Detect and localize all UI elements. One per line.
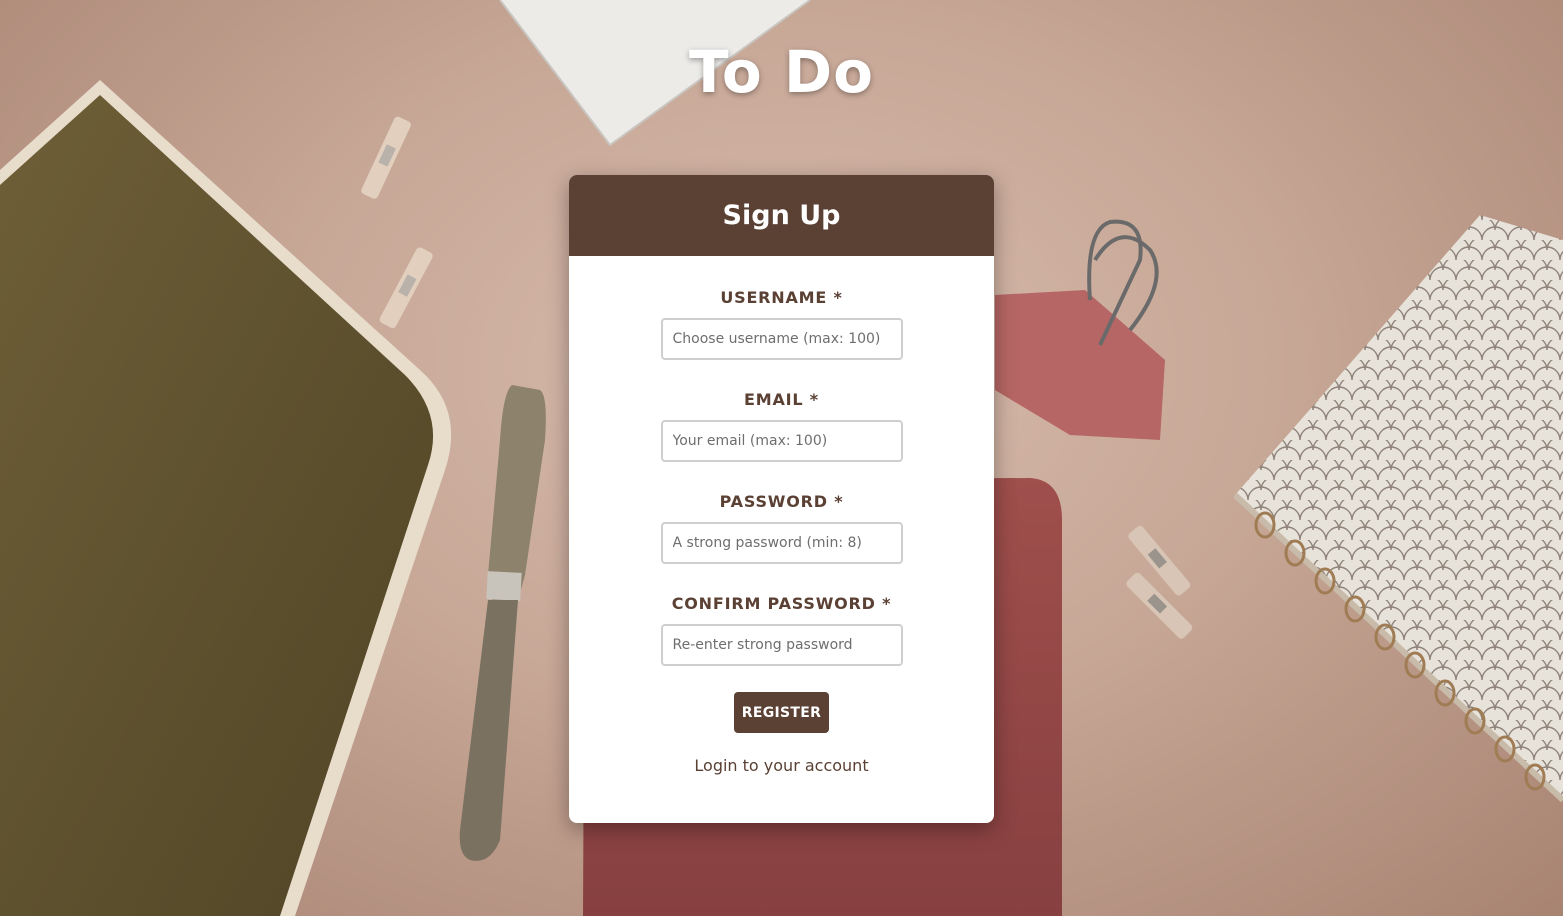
password-field-group: PASSWORD * xyxy=(660,491,903,564)
pen-body xyxy=(459,600,518,861)
signup-card: Sign Up USERNAME * EMAIL * PASSWORD * CO… xyxy=(569,175,994,823)
email-input[interactable] xyxy=(660,420,903,462)
pen-cap xyxy=(488,385,546,600)
username-field-group: USERNAME * xyxy=(660,287,903,360)
signup-heading: Sign Up xyxy=(569,175,994,256)
username-input[interactable] xyxy=(660,318,903,360)
spiral-notebook xyxy=(1235,215,1563,800)
register-button[interactable]: REGISTER xyxy=(734,692,829,733)
email-label: EMAIL * xyxy=(744,390,819,409)
confirm-password-input[interactable] xyxy=(660,624,903,666)
login-link[interactable]: Login to your account xyxy=(694,756,868,775)
confirm-password-field-group: CONFIRM PASSWORD * xyxy=(660,593,903,666)
password-label: PASSWORD * xyxy=(719,492,844,511)
green-notebook xyxy=(0,95,434,916)
signup-form: USERNAME * EMAIL * PASSWORD * CONFIRM PA… xyxy=(569,256,994,775)
binder-clip xyxy=(995,290,1165,440)
email-field-group: EMAIL * xyxy=(660,389,903,462)
confirm-password-label: CONFIRM PASSWORD * xyxy=(671,594,892,613)
password-input[interactable] xyxy=(660,522,903,564)
app-title: To Do xyxy=(689,38,874,106)
username-label: USERNAME * xyxy=(720,288,843,307)
